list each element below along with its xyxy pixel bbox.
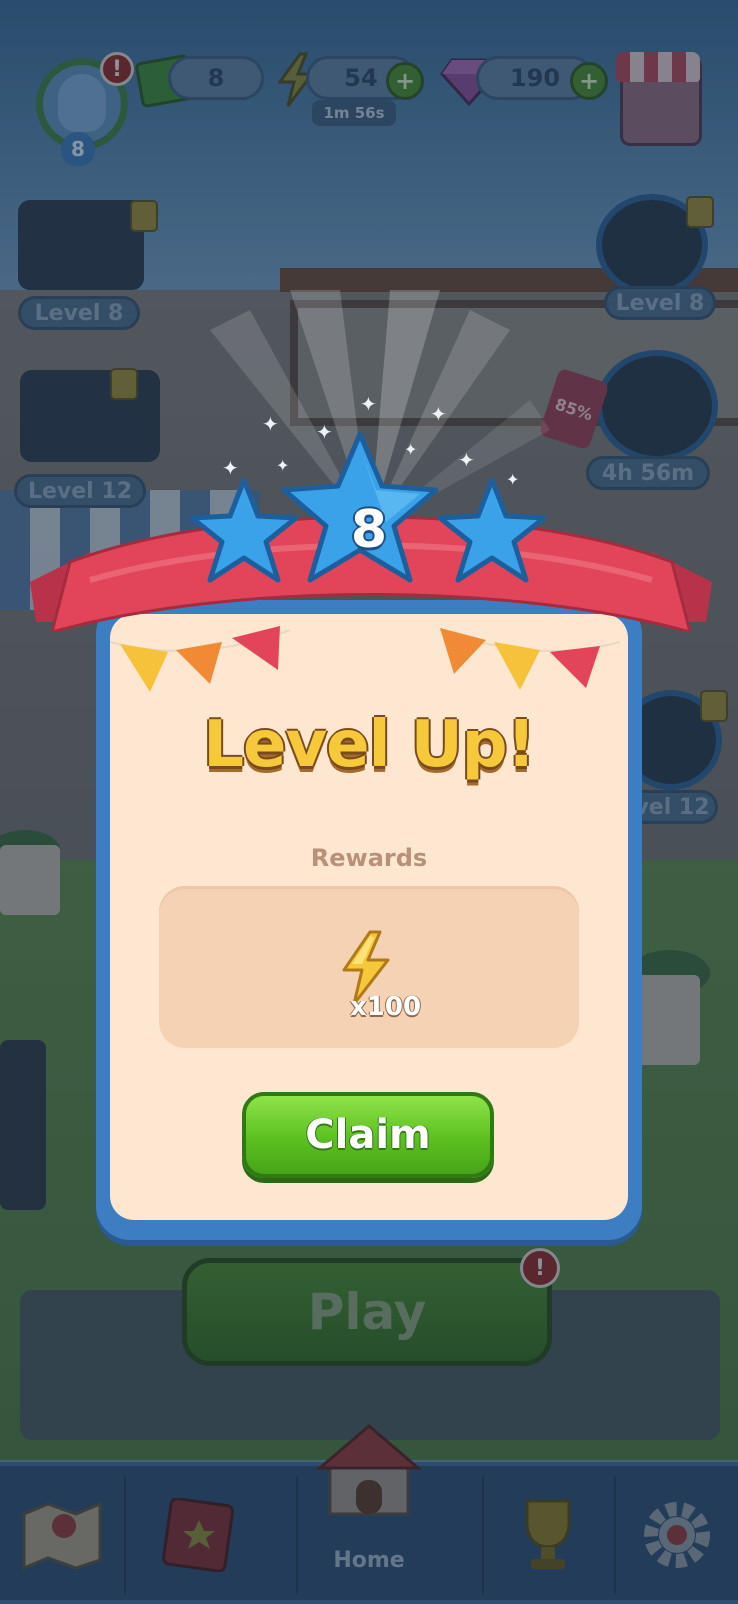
sparkle-icon: ✦	[262, 412, 279, 436]
sparkle-icon: ✦	[360, 392, 377, 416]
sparkle-icon: ✦	[316, 420, 333, 444]
new-level-number: 8	[350, 500, 388, 560]
sparkle-icon: ✦	[430, 402, 447, 426]
level-up-title: Level Up!	[203, 708, 536, 782]
reward-quantity: x100	[350, 992, 422, 1022]
bunting-flags	[110, 626, 620, 692]
sparkle-icon: ✦	[222, 456, 239, 480]
rewards-heading: Rewards	[310, 844, 428, 872]
sparkle-icon: ✦	[458, 448, 475, 472]
sparkle-icon: ✦	[506, 470, 520, 489]
claim-button[interactable]: Claim	[242, 1092, 494, 1178]
sparkle-icon: ✦	[276, 456, 290, 475]
sparkle-icon: ✦	[404, 440, 418, 459]
